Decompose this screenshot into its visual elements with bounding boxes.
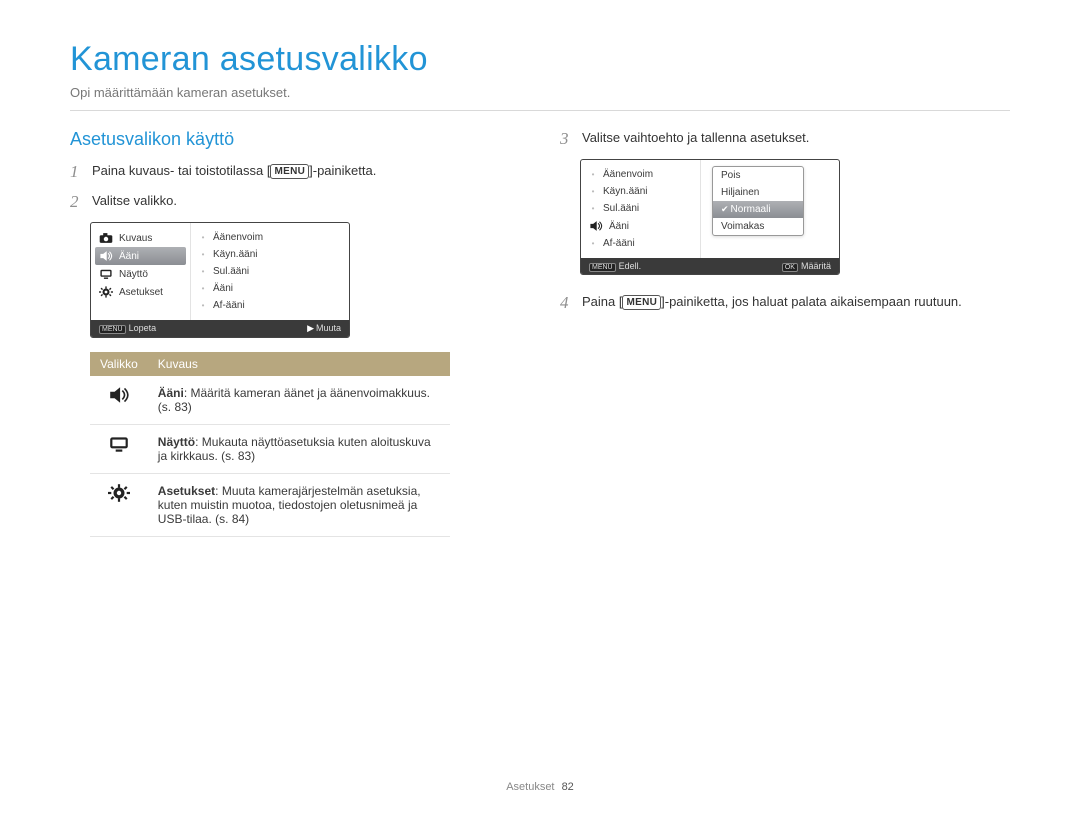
option-voimakas: Voimakas — [713, 218, 803, 235]
table-row: Näyttö: Mukauta näyttöasetuksia kuten al… — [90, 425, 450, 474]
step-3: 3 Valitse vaihtoehto ja tallenna asetuks… — [560, 129, 1010, 149]
gear-icon — [99, 286, 113, 298]
table-row: Ääni: Määritä kameran äänet ja äänenvoim… — [90, 376, 450, 425]
camera-lcd-menu: Kuvaus Ääni Näyttö — [90, 222, 350, 338]
menu-key-icon: MENU — [589, 263, 616, 272]
step-text: Valitse vaihtoehto ja tallenna asetukset… — [582, 129, 1010, 147]
sound-icon — [99, 250, 113, 262]
submenu-item: •Sul.ääni — [581, 200, 700, 217]
step-4: 4 Paina [MENU]-painiketta, jos haluat pa… — [560, 293, 1010, 313]
ok-key-icon: OK — [782, 263, 798, 272]
camera-icon — [99, 232, 113, 244]
step-number: 4 — [560, 293, 574, 313]
check-icon: ✔ — [721, 204, 729, 214]
menu-description-table: Valikko Kuvaus Ääni: Määritä kameran ään… — [90, 352, 450, 537]
step-number: 2 — [70, 192, 84, 212]
step-text: Valitse valikko. — [92, 192, 520, 210]
display-icon — [90, 425, 148, 474]
menu-item-kuvaus: Kuvaus — [91, 229, 190, 247]
page-title: Kameran asetusvalikko — [70, 40, 1010, 79]
page-footer: Asetukset 82 — [0, 781, 1080, 793]
submenu-item: •Sul.ääni — [191, 263, 349, 280]
section-heading: Asetusvalikon käyttö — [70, 129, 520, 150]
submenu-item: •Äänenvoim — [191, 229, 349, 246]
lcd-footer: MENULopeta ▶Muuta — [91, 320, 349, 337]
step-number: 3 — [560, 129, 574, 149]
display-icon — [99, 268, 113, 280]
step-number: 1 — [70, 162, 84, 182]
submenu-item: •Äänenvoim — [581, 166, 700, 183]
lcd-footer: MENUEdell. OKMääritä — [581, 258, 839, 274]
submenu-item: •Käyn.ääni — [581, 183, 700, 200]
menu-item-aani-selected: Ääni — [95, 247, 186, 265]
submenu-item-aani-active: Ääni — [581, 217, 700, 235]
submenu-item: •Käyn.ääni — [191, 246, 349, 263]
step-1: 1 Paina kuvaus- tai toistotilassa [MENU]… — [70, 162, 520, 182]
sound-icon — [589, 220, 603, 232]
option-popup: Pois Hiljainen ✔Normaali Voimakas — [712, 166, 804, 236]
submenu-item: •Af-ääni — [191, 297, 349, 314]
table-header-valikko: Valikko — [90, 352, 148, 376]
table-row: Asetukset: Muuta kamerajärjestelmän aset… — [90, 474, 450, 537]
page-subtitle: Opi määrittämään kameran asetukset. — [70, 85, 1010, 100]
divider — [70, 110, 1010, 111]
option-normaali-selected: ✔Normaali — [713, 201, 803, 218]
step-2: 2 Valitse valikko. — [70, 192, 520, 212]
sound-icon — [90, 376, 148, 425]
step-text: Paina [MENU]-painiketta, jos haluat pala… — [582, 293, 1010, 311]
menu-key-icon: MENU — [99, 325, 126, 334]
menu-key-icon: MENU — [270, 164, 309, 179]
option-hiljainen: Hiljainen — [713, 184, 803, 201]
menu-key-icon: MENU — [622, 295, 661, 310]
menu-item-asetukset: Asetukset — [91, 283, 190, 301]
option-pois: Pois — [713, 167, 803, 184]
step-text: Paina kuvaus- tai toistotilassa [MENU]-p… — [92, 162, 520, 180]
table-header-kuvaus: Kuvaus — [148, 352, 450, 376]
submenu-item: •Ääni — [191, 280, 349, 297]
menu-item-naytto: Näyttö — [91, 265, 190, 283]
gear-icon — [90, 474, 148, 537]
arrow-right-icon: ▶ — [307, 323, 314, 333]
submenu-item: •Af-ääni — [581, 235, 700, 252]
